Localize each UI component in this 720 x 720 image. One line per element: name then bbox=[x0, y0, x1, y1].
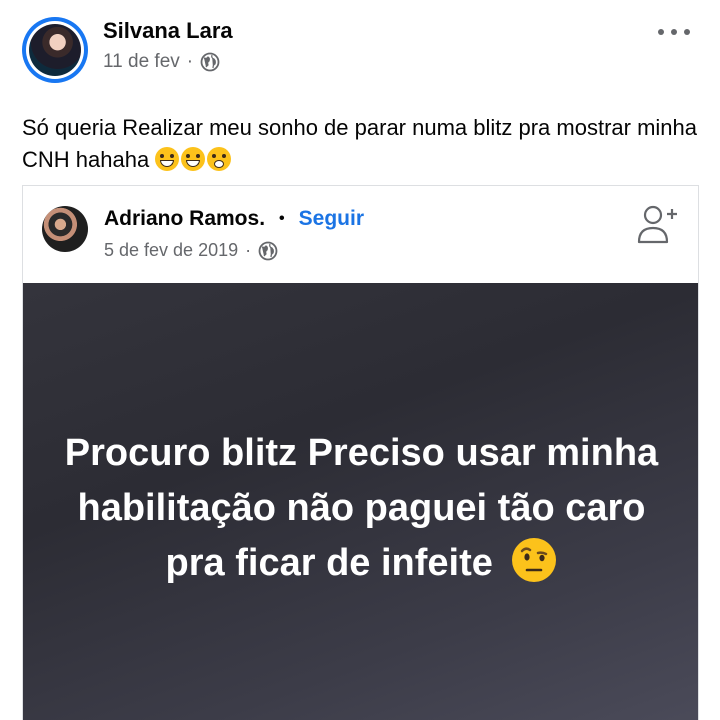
meta-separator: · bbox=[186, 51, 194, 72]
author-avatar[interactable] bbox=[22, 17, 88, 83]
status-text-block: Procuro blitz Preciso usar minha habilit… bbox=[63, 426, 660, 591]
more-options-icon[interactable] bbox=[658, 26, 690, 38]
globe-icon[interactable] bbox=[200, 52, 220, 72]
post-emojis bbox=[155, 147, 232, 171]
shared-post-card[interactable]: Adriano Ramos. • Seguir 5 de fev de 2019… bbox=[22, 185, 699, 720]
more-dot bbox=[684, 29, 690, 35]
raised-eyebrow-emoji bbox=[512, 538, 557, 582]
shared-meta: 5 de fev de 2019 · bbox=[104, 240, 278, 261]
sweat-smile-emoji bbox=[155, 147, 180, 171]
post-date[interactable]: 11 de fev bbox=[103, 51, 180, 73]
shared-date[interactable]: 5 de fev de 2019 bbox=[104, 240, 238, 261]
more-dot bbox=[671, 29, 677, 35]
header-bullet: • bbox=[279, 210, 285, 227]
shared-header: Adriano Ramos. • Seguir bbox=[104, 207, 364, 231]
more-dot bbox=[658, 29, 664, 35]
status-text: Procuro blitz Preciso usar minha habilit… bbox=[64, 432, 659, 584]
flushed-emoji bbox=[207, 147, 232, 171]
facebook-post: Silvana Lara 11 de fev · Só queria Reali… bbox=[0, 0, 720, 720]
follow-button[interactable]: Seguir bbox=[299, 207, 364, 231]
globe-icon[interactable] bbox=[258, 241, 278, 261]
avatar-photo bbox=[29, 24, 81, 76]
shared-author-name[interactable]: Adriano Ramos. bbox=[104, 207, 265, 231]
author-name[interactable]: Silvana Lara bbox=[103, 18, 233, 44]
shared-author-avatar[interactable] bbox=[42, 206, 88, 252]
grin-emoji bbox=[181, 147, 206, 171]
post-meta: 11 de fev · bbox=[103, 51, 220, 73]
add-friend-icon[interactable] bbox=[636, 204, 680, 246]
post-text-block: Só queria Realizar meu sonho de parar nu… bbox=[22, 112, 702, 176]
status-image[interactable]: Procuro blitz Preciso usar minha habilit… bbox=[23, 283, 698, 720]
post-text: Só queria Realizar meu sonho de parar nu… bbox=[22, 115, 697, 172]
meta-separator: · bbox=[245, 240, 252, 260]
